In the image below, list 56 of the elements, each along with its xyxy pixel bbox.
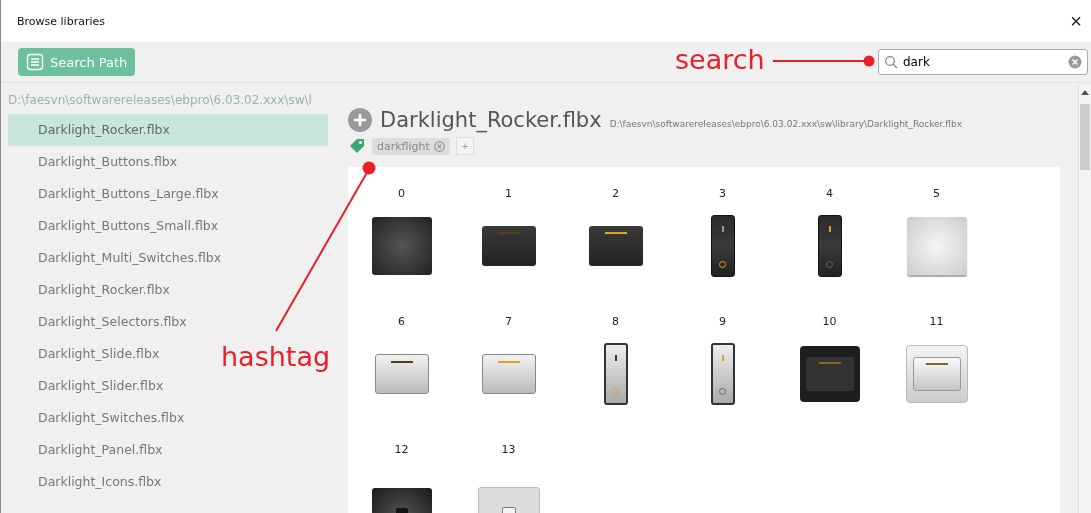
shape-index: 12 [394,443,409,456]
shape-index: 7 [505,315,512,328]
library-item[interactable]: Darklight_Buttons_Small.flbx [8,210,219,242]
library-item[interactable]: Darklight_Multi_Switches.flbx [8,242,222,274]
shape-index: 6 [398,315,405,328]
library-item[interactable]: Darklight_Buttons.flbx [8,146,178,178]
shape-index: 10 [822,315,837,328]
search-icon [884,55,898,69]
window-title: Browse libraries [17,14,105,28]
switch-image[interactable] [799,346,860,402]
shape-index: 3 [719,187,726,200]
library-item[interactable]: Darklight_Rocker.flbx [8,274,170,306]
switch-image[interactable] [603,343,628,405]
library-path: D:\faesvn\softwarereleases\ebpro\6.03.02.xxx\sw\l [8,92,313,109]
library-item[interactable]: Darklight_Rocker.flbx [8,114,328,146]
shape-index: 0 [398,187,405,200]
library-item[interactable]: Darklight_Icons.flbx [8,466,162,498]
tag-icon [348,137,366,155]
shape-index: 1 [505,187,512,200]
library-item[interactable]: Darklight_Selectors.flbx [8,306,187,338]
shape-index: 8 [612,315,619,328]
shape-index: 11 [929,315,944,328]
shape-index: 4 [826,187,833,200]
search-field[interactable]: dark [878,49,1088,75]
library-item[interactable]: Darklight_Buttons_Large.flbx [8,178,219,210]
library-item[interactable]: Darklight_Slider.flbx [8,370,164,402]
library-item[interactable]: Darklight_Slide.flbx [8,338,160,370]
close-button[interactable]: × [1061,9,1091,33]
library-title: Darklight_Rocker.flbx [380,108,602,132]
library-file-path: D:\faesvn\softwarereleases\ebpro\6.03.02.xxx\sw\library\Darklight_Rocker.flbx [609,119,963,129]
scrollbar[interactable] [1078,85,1091,513]
switch-image[interactable] [710,215,735,277]
switch-image[interactable] [906,217,967,275]
switch-image[interactable] [371,217,432,275]
switch-image[interactable] [481,226,536,266]
add-tag-button[interactable]: + [455,137,474,155]
library-item[interactable]: Darklight_Switches.flbx [8,402,185,434]
annotation-label: search [675,46,765,73]
list-icon [26,53,44,71]
shape-index: 9 [719,315,726,328]
shape-index: 5 [933,187,940,200]
search-path-button[interactable]: Search Path [18,48,136,76]
shape-index: 13 [501,443,516,456]
shape-index: 2 [612,187,619,200]
switch-image[interactable] [905,345,968,403]
switch-image[interactable] [588,226,643,266]
switch-image[interactable] [374,354,429,394]
annotation-label: hashtag [221,343,331,370]
switch-image[interactable] [710,343,735,405]
clear-icon[interactable] [1068,55,1082,69]
library-item[interactable]: Darklight_Panel.flbx [8,434,163,466]
remove-icon[interactable] [433,140,445,152]
switch-image[interactable] [817,215,842,277]
add-icon[interactable] [348,108,372,132]
tag-chip[interactable]: darkflight [372,137,450,155]
switch-image[interactable] [481,354,536,394]
